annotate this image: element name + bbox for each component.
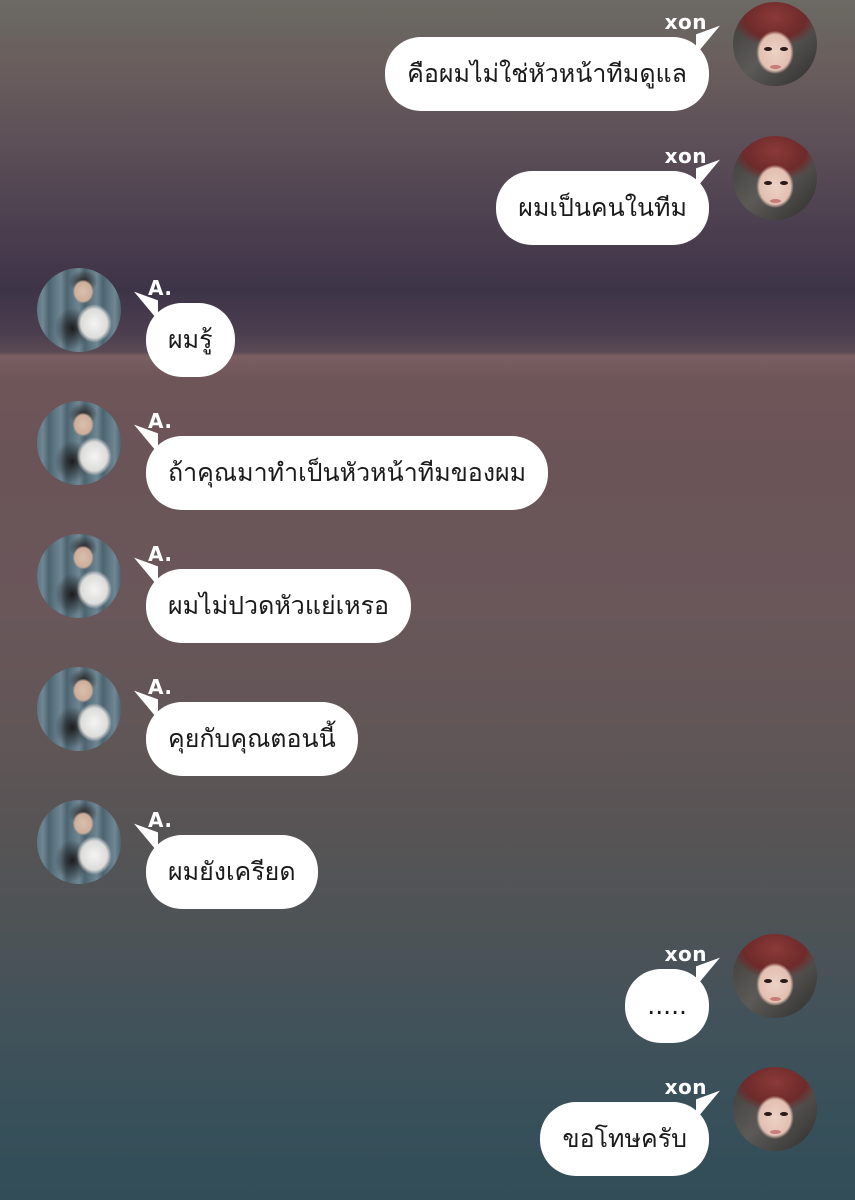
sender-name: A. [148,276,173,300]
sender-name: A. [148,675,173,699]
message-bubble[interactable]: ถ้าคุณมาทำเป็นหัวหน้าทีมของผม [146,436,549,510]
a-avatar[interactable] [37,667,121,751]
sender-name: xon [664,10,707,34]
xon-avatar[interactable] [733,1067,817,1151]
sender-name: xon [664,144,707,168]
sender-name: A. [148,409,173,433]
message-bubble[interactable]: ผมยังเครียด [146,835,318,909]
a-avatar[interactable] [37,534,121,618]
message-bubble[interactable]: ขอโทษครับ [540,1102,709,1176]
message-bubble[interactable]: ผมเป็นคนในทีม [496,171,709,245]
message-bubble[interactable]: คือผมไม่ใช่หัวหน้าทีมดูแล [385,37,709,111]
message-bubble[interactable]: ผมไม่ปวดหัวแย่เหรอ [146,569,412,643]
message-bubble[interactable]: ..... [625,969,709,1043]
chat-thread: xon คือผมไม่ใช่หัวหน้าทีมดูแล xon ผมเป็น… [0,0,855,1200]
a-avatar[interactable] [37,268,121,352]
sender-name: xon [664,1075,707,1099]
a-avatar[interactable] [37,401,121,485]
xon-avatar[interactable] [733,2,817,86]
a-avatar[interactable] [37,800,121,884]
sender-name: A. [148,542,173,566]
xon-avatar[interactable] [733,136,817,220]
sender-name: A. [148,808,173,832]
xon-avatar[interactable] [733,934,817,1018]
message-bubble[interactable]: คุยกับคุณตอนนี้ [146,702,358,776]
sender-name: xon [664,942,707,966]
message-bubble[interactable]: ผมรู้ [146,303,235,377]
